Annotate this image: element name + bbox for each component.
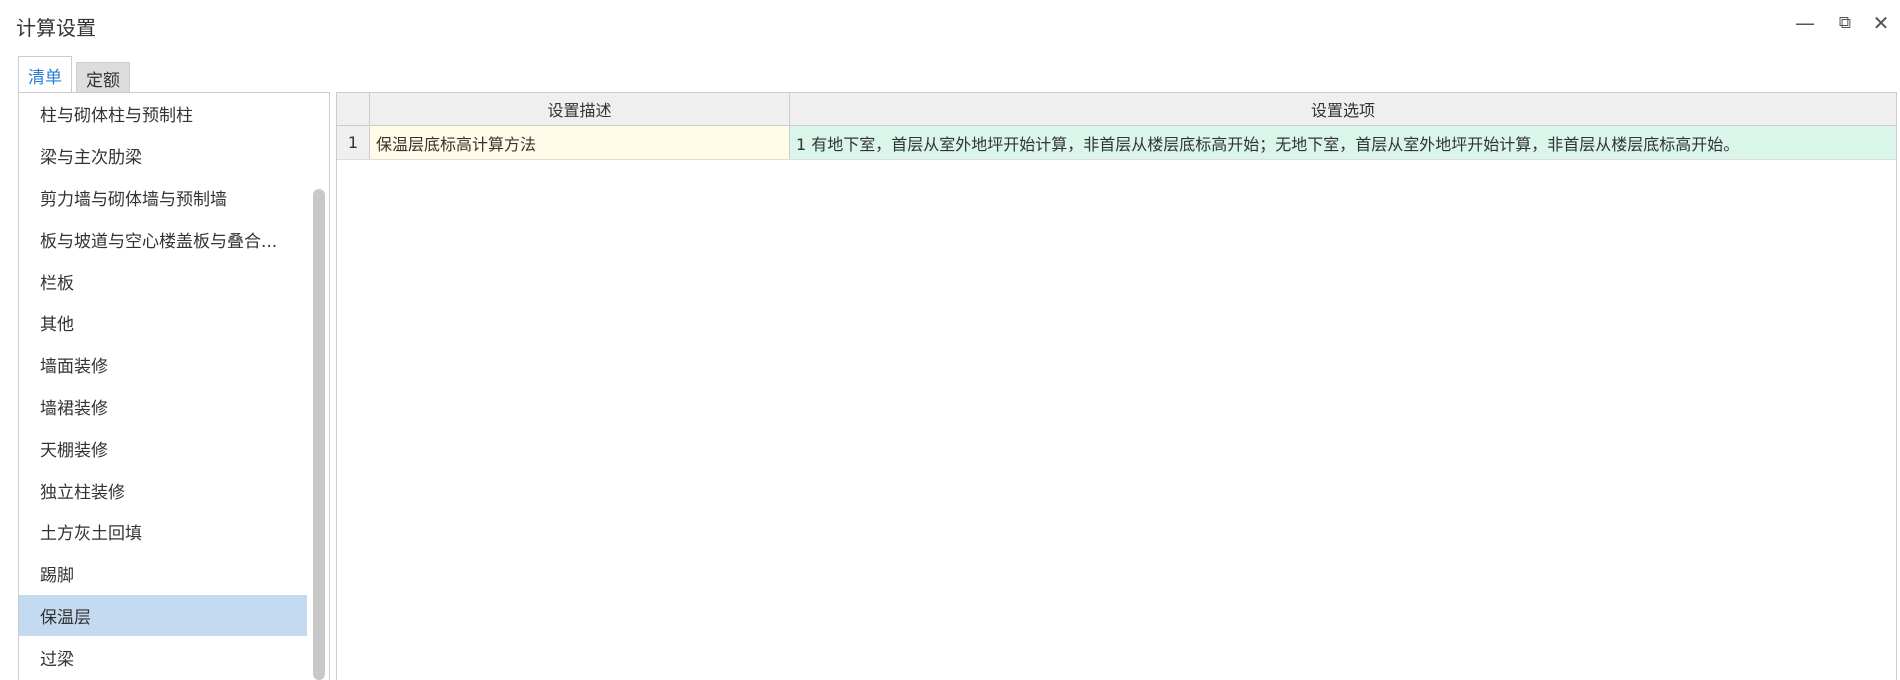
close-icon[interactable]: ✕ — [1866, 8, 1896, 38]
tab-bar: 清单 定额 — [18, 56, 130, 93]
sidebar-item[interactable]: 柱与砌体柱与预制柱 — [19, 93, 307, 135]
row-number: 1 — [337, 126, 370, 159]
sidebar-item[interactable]: 墙面装修 — [19, 344, 307, 386]
sidebar-item[interactable]: 土方灰土回填 — [19, 511, 307, 553]
sidebar-item[interactable]: 板与坡道与空心楼盖板与叠合... — [19, 218, 307, 260]
sidebar-item[interactable]: 保温层 — [19, 594, 307, 637]
tab-qingdan[interactable]: 清单 — [18, 56, 72, 93]
sidebar-item[interactable]: 独立柱装修 — [19, 469, 307, 511]
category-list: 柱与砌体柱与预制柱 梁与主次肋梁 剪力墙与砌体墙与预制墙 板与坡道与空心楼盖板与叠合.… — [18, 92, 330, 680]
sidebar-item[interactable]: 梁与主次肋梁 — [19, 135, 307, 177]
grid-header: 设置描述 设置选项 — [337, 93, 1896, 126]
header-option: 设置选项 — [1310, 101, 1375, 120]
sidebar-item[interactable]: 踢脚 — [19, 553, 307, 595]
sidebar-item[interactable]: 剪力墙与砌体墙与预制墙 — [19, 177, 307, 219]
table-row[interactable]: 1 保温层底标高计算方法 1 有地下室，首层从室外地坪开始计算，非首层从楼层底标… — [337, 126, 1896, 160]
sidebar-item[interactable]: 其他 — [19, 302, 307, 344]
scrollbar[interactable] — [313, 189, 325, 680]
sidebar-item[interactable]: 墙裙装修 — [19, 386, 307, 428]
minimize-icon[interactable]: — — [1790, 8, 1820, 38]
sidebar-item[interactable]: 过梁 — [19, 636, 307, 678]
sidebar-item[interactable]: 天棚装修 — [19, 427, 307, 469]
settings-grid: 设置描述 设置选项 1 保温层底标高计算方法 1 有地下室，首层从室外地坪开始计… — [336, 92, 1897, 680]
description-cell[interactable]: 保温层底标高计算方法 — [370, 126, 790, 159]
option-cell[interactable]: 1 有地下室，首层从室外地坪开始计算，非首层从楼层底标高开始；无地下室，首层从室… — [790, 126, 1896, 159]
window-title: 计算设置 — [16, 16, 96, 40]
header-description: 设置描述 — [370, 93, 790, 125]
tab-dinge[interactable]: 定额 — [76, 62, 130, 93]
sidebar-item[interactable]: 栏板 — [19, 260, 307, 302]
header-rownum — [337, 93, 370, 125]
restore-icon[interactable]: ⧉ — [1830, 8, 1860, 38]
